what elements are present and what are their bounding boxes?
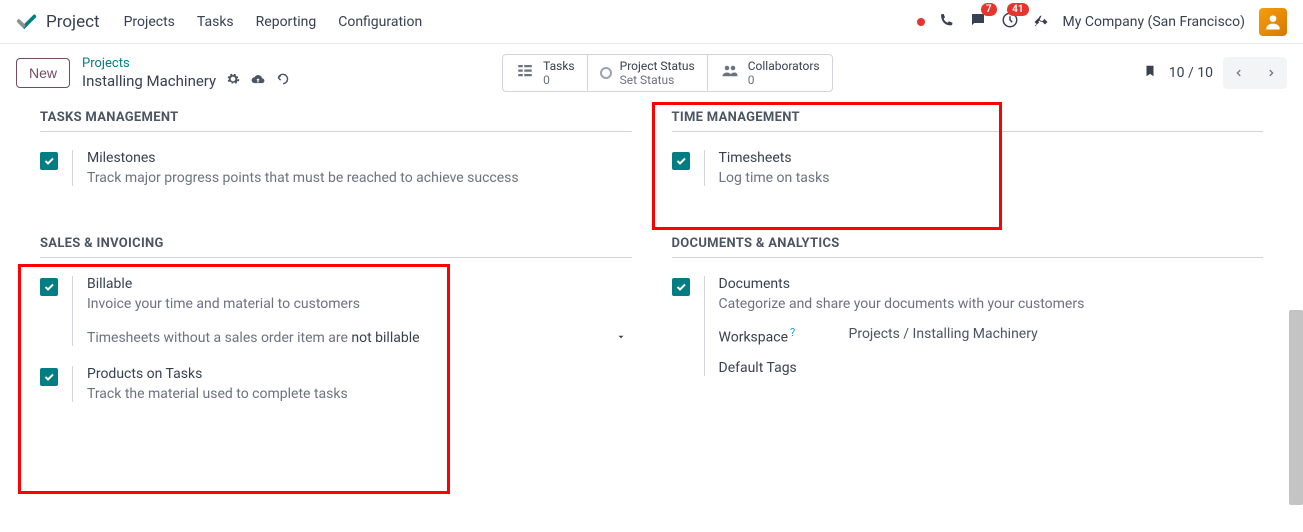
billable-policy-row: Timesheets without a sales order item ar… xyxy=(87,330,632,346)
workspace-value[interactable]: Projects / Installing Machinery xyxy=(849,326,1038,346)
menu-reporting[interactable]: Reporting xyxy=(256,14,317,30)
chat-icon[interactable]: 7 xyxy=(969,11,987,33)
scrollbar-thumb[interactable] xyxy=(1289,310,1303,505)
pager-text: 10 / 10 xyxy=(1169,65,1213,81)
status-circle-icon xyxy=(600,67,612,79)
checkbox-documents[interactable] xyxy=(672,278,690,296)
activity-icon[interactable]: 41 xyxy=(1001,11,1019,33)
tools-icon[interactable] xyxy=(1033,12,1049,32)
section-sales-invoicing: SALES & INVOICING Billable Invoice your … xyxy=(40,236,632,422)
control-bar: New Projects Installing Machinery Tasks0… xyxy=(0,44,1303,102)
section-title-tasks: TASKS MANAGEMENT xyxy=(40,110,632,132)
section-tasks-management: TASKS MANAGEMENT Milestones Track major … xyxy=(40,110,632,206)
controlbar-right: 10 / 10 xyxy=(1143,57,1287,89)
avatar[interactable] xyxy=(1259,8,1287,36)
default-tags-row: Default Tags xyxy=(719,360,1264,376)
recording-indicator-icon xyxy=(917,18,925,26)
option-products-on-tasks: Products on Tasks Track the material use… xyxy=(40,366,632,402)
pager-next-button[interactable] xyxy=(1255,57,1287,89)
top-navbar: Project Projects Tasks Reporting Configu… xyxy=(0,0,1303,44)
breadcrumb: Projects Installing Machinery xyxy=(82,56,290,90)
option-title: Timesheets xyxy=(719,150,1264,166)
app-name[interactable]: Project xyxy=(46,12,100,32)
collaborators-icon xyxy=(720,62,740,84)
phone-icon[interactable] xyxy=(939,12,955,32)
checkbox-products[interactable] xyxy=(40,368,58,386)
option-billable: Billable Invoice your time and material … xyxy=(40,276,632,346)
section-documents-analytics: DOCUMENTS & ANALYTICS Documents Categori… xyxy=(672,236,1264,422)
stat-tasks[interactable]: Tasks0 xyxy=(503,55,588,91)
option-desc: Track the material used to complete task… xyxy=(87,386,632,402)
breadcrumb-parent[interactable]: Projects xyxy=(82,56,290,72)
gear-icon[interactable] xyxy=(226,72,240,90)
bookmark-icon[interactable] xyxy=(1143,62,1157,84)
section-title-time: TIME MANAGEMENT xyxy=(672,110,1264,132)
checkbox-milestones[interactable] xyxy=(40,152,58,170)
new-button[interactable]: New xyxy=(16,58,70,88)
option-desc: Log time on tasks xyxy=(719,170,1264,186)
workspace-row: Workspace? Projects / Installing Machine… xyxy=(719,326,1264,346)
section-title-sales: SALES & INVOICING xyxy=(40,236,632,258)
checkbox-timesheets[interactable] xyxy=(672,152,690,170)
stat-buttons: Tasks0 Project StatusSet Status Collabor… xyxy=(502,54,832,92)
default-tags-label: Default Tags xyxy=(719,360,829,376)
chat-badge: 7 xyxy=(981,3,997,16)
option-title: Products on Tasks xyxy=(87,366,632,382)
option-desc: Track major progress points that must be… xyxy=(87,170,632,186)
option-title: Milestones xyxy=(87,150,632,166)
option-title: Billable xyxy=(87,276,632,292)
tasks-list-icon xyxy=(515,62,535,84)
app-logo-icon xyxy=(16,11,38,33)
menu-tasks[interactable]: Tasks xyxy=(197,14,234,30)
option-desc: Categorize and share your documents with… xyxy=(719,296,1264,312)
option-milestones: Milestones Track major progress points t… xyxy=(40,150,632,186)
option-title: Documents xyxy=(719,276,1264,292)
option-desc: Invoice your time and material to custom… xyxy=(87,296,632,312)
company-selector[interactable]: My Company (San Francisco) xyxy=(1063,14,1245,30)
top-menu: Projects Tasks Reporting Configuration xyxy=(124,14,423,30)
menu-configuration[interactable]: Configuration xyxy=(338,14,422,30)
option-documents: Documents Categorize and share your docu… xyxy=(672,276,1264,376)
undo-icon[interactable] xyxy=(276,72,290,90)
stat-collaborators[interactable]: Collaborators0 xyxy=(708,55,832,91)
stat-project-status[interactable]: Project StatusSet Status xyxy=(588,55,708,91)
settings-content: TASKS MANAGEMENT Milestones Track major … xyxy=(0,102,1303,492)
cloud-upload-icon[interactable] xyxy=(250,72,266,90)
section-title-docs: DOCUMENTS & ANALYTICS xyxy=(672,236,1264,258)
menu-projects[interactable]: Projects xyxy=(124,14,175,30)
topbar-right: 7 41 My Company (San Francisco) xyxy=(917,8,1287,36)
workspace-label: Workspace xyxy=(719,330,789,346)
option-timesheets: Timesheets Log time on tasks xyxy=(672,150,1264,186)
breadcrumb-current: Installing Machinery xyxy=(82,72,216,90)
pager: 10 / 10 xyxy=(1169,57,1287,89)
checkbox-billable[interactable] xyxy=(40,278,58,296)
pager-prev-button[interactable] xyxy=(1223,57,1255,89)
billable-policy-dropdown[interactable] xyxy=(616,330,632,346)
help-icon[interactable]: ? xyxy=(790,326,795,339)
activity-badge: 41 xyxy=(1007,3,1028,16)
section-time-management: TIME MANAGEMENT Timesheets Log time on t… xyxy=(672,110,1264,206)
